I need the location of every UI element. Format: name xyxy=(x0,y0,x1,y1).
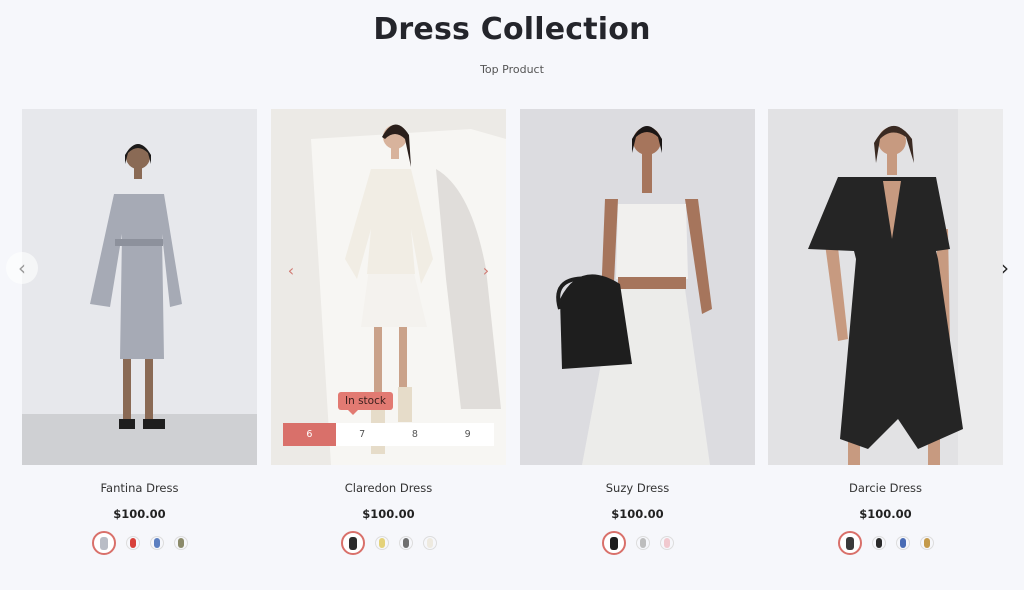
model-photo xyxy=(271,109,506,465)
product-name[interactable]: Claredon Dress xyxy=(271,481,506,495)
color-swatches xyxy=(271,531,506,555)
product-section: Dress Collection Top Product Fantina Dre… xyxy=(0,0,1024,590)
color-swatch[interactable] xyxy=(340,531,365,555)
product-image[interactable] xyxy=(520,109,755,465)
color-swatch[interactable] xyxy=(91,531,116,555)
carousel-prev-button[interactable]: ‹ xyxy=(6,252,38,284)
image-next-button[interactable]: › xyxy=(478,259,494,283)
size-option[interactable]: 9 xyxy=(441,423,494,446)
product-price: $100.00 xyxy=(859,507,912,521)
chevron-left-icon: ‹ xyxy=(18,256,26,280)
model-photo xyxy=(520,109,755,465)
color-swatch[interactable] xyxy=(635,536,650,550)
product-name[interactable]: Suzy Dress xyxy=(520,481,755,495)
product-price: $100.00 xyxy=(113,507,166,521)
color-swatches xyxy=(768,531,1003,555)
size-option[interactable]: 7 xyxy=(336,423,389,446)
product-card[interactable]: Darcie Dress $100.00 xyxy=(768,109,1003,555)
color-swatches xyxy=(520,531,755,555)
size-selector: 6 7 8 9 xyxy=(283,423,494,446)
color-swatch[interactable] xyxy=(837,531,862,555)
product-card[interactable]: Suzy Dress $100.00 xyxy=(520,109,755,555)
model-photo xyxy=(768,109,1003,465)
stock-tooltip: In stock xyxy=(338,392,393,415)
color-swatch[interactable] xyxy=(659,536,674,550)
color-swatch[interactable] xyxy=(871,536,886,550)
color-swatch[interactable] xyxy=(374,536,389,550)
section-subtitle: Top Product xyxy=(480,63,544,76)
product-name[interactable]: Darcie Dress xyxy=(768,481,1003,495)
size-option[interactable]: 8 xyxy=(389,423,442,446)
color-swatch[interactable] xyxy=(125,536,140,550)
color-swatch[interactable] xyxy=(149,536,164,550)
product-image[interactable] xyxy=(768,109,1003,465)
product-card[interactable]: ‹ › In stock 6 7 8 9 Claredon Dress $100… xyxy=(271,109,506,555)
product-price: $100.00 xyxy=(362,507,415,521)
model-photo xyxy=(22,109,257,465)
product-image[interactable]: ‹ › In stock 6 7 8 9 xyxy=(271,109,506,465)
product-image[interactable] xyxy=(22,109,257,465)
image-prev-button[interactable]: ‹ xyxy=(283,259,299,283)
product-name[interactable]: Fantina Dress xyxy=(22,481,257,495)
color-swatch[interactable] xyxy=(422,536,437,550)
section-title: Dress Collection xyxy=(373,12,651,47)
size-option[interactable]: 6 xyxy=(283,423,336,446)
color-swatch[interactable] xyxy=(919,536,934,550)
color-swatch[interactable] xyxy=(895,536,910,550)
color-swatch[interactable] xyxy=(398,536,413,550)
chevron-right-icon: › xyxy=(1001,256,1009,280)
product-price: $100.00 xyxy=(611,507,664,521)
carousel-next-button[interactable]: › xyxy=(989,252,1021,284)
color-swatch[interactable] xyxy=(173,536,188,550)
color-swatches xyxy=(22,531,257,555)
color-swatch[interactable] xyxy=(601,531,626,555)
product-card[interactable]: Fantina Dress $100.00 xyxy=(22,109,257,555)
